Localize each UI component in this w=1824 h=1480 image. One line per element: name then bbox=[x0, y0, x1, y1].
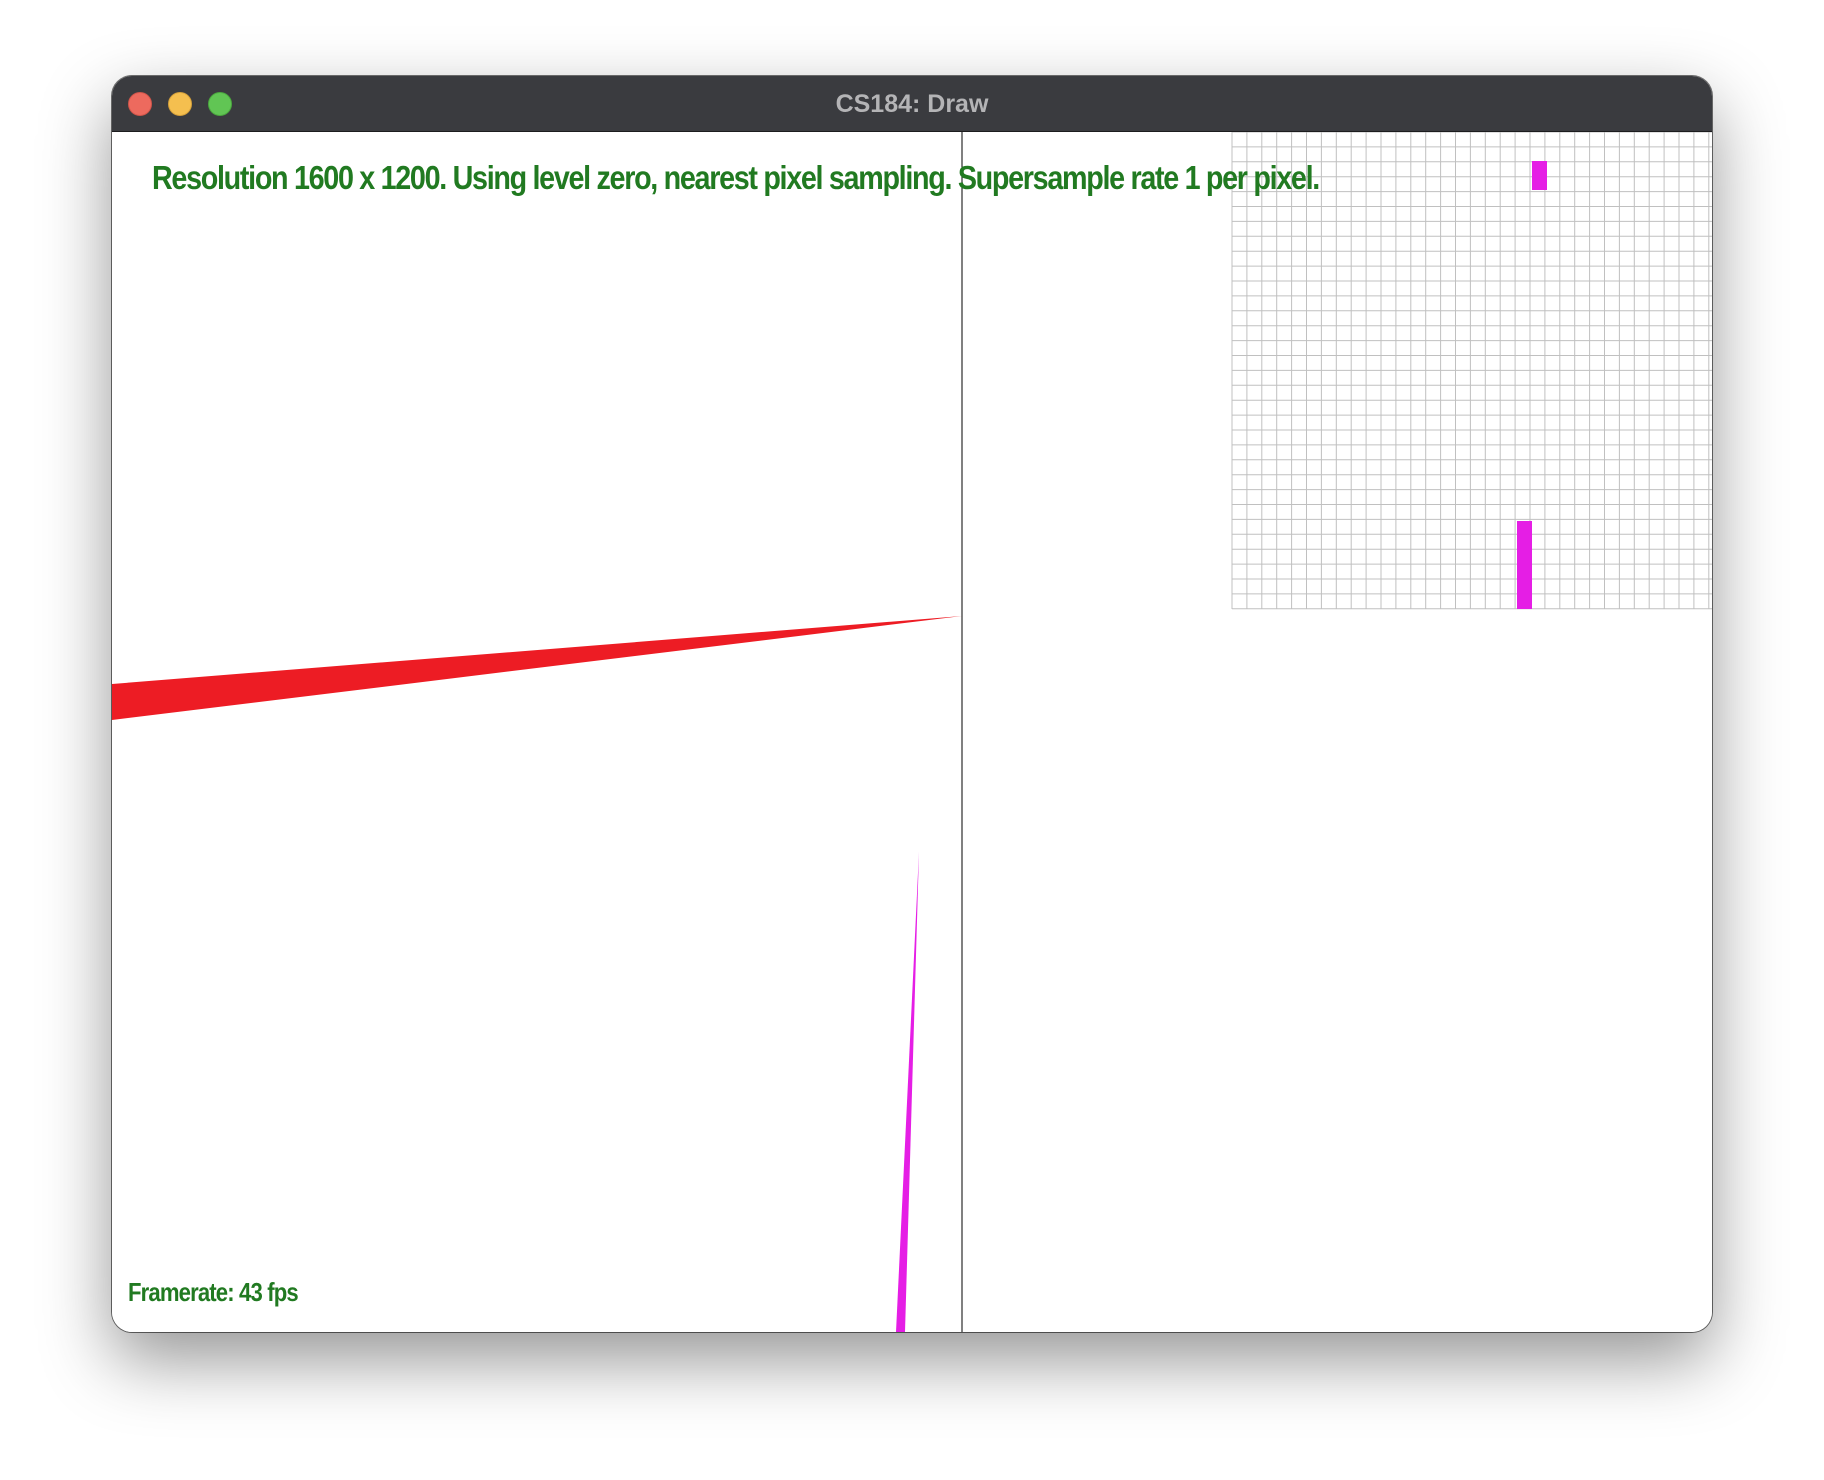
status-text: Resolution 1600 x 1200. Using level zero… bbox=[152, 159, 1320, 196]
zoom-magenta-pixel-top bbox=[1532, 161, 1547, 190]
app-window: CS184: Draw Resolution 1600 x 1200. Usin… bbox=[112, 76, 1712, 1332]
zoom-magenta-pixel-bottom bbox=[1517, 521, 1532, 609]
framerate-text: Framerate: 43 fps bbox=[128, 1277, 299, 1307]
draw-canvas[interactable]: Resolution 1600 x 1200. Using level zero… bbox=[112, 132, 1712, 1332]
window-title: CS184: Draw bbox=[835, 90, 989, 118]
red-triangle bbox=[112, 616, 962, 720]
zoom-grid bbox=[1231, 132, 1712, 610]
magenta-triangle bbox=[896, 852, 919, 1332]
scene bbox=[112, 132, 1712, 1332]
title-bar[interactable]: CS184: Draw bbox=[112, 76, 1712, 132]
zoom-inset bbox=[1231, 132, 1712, 610]
